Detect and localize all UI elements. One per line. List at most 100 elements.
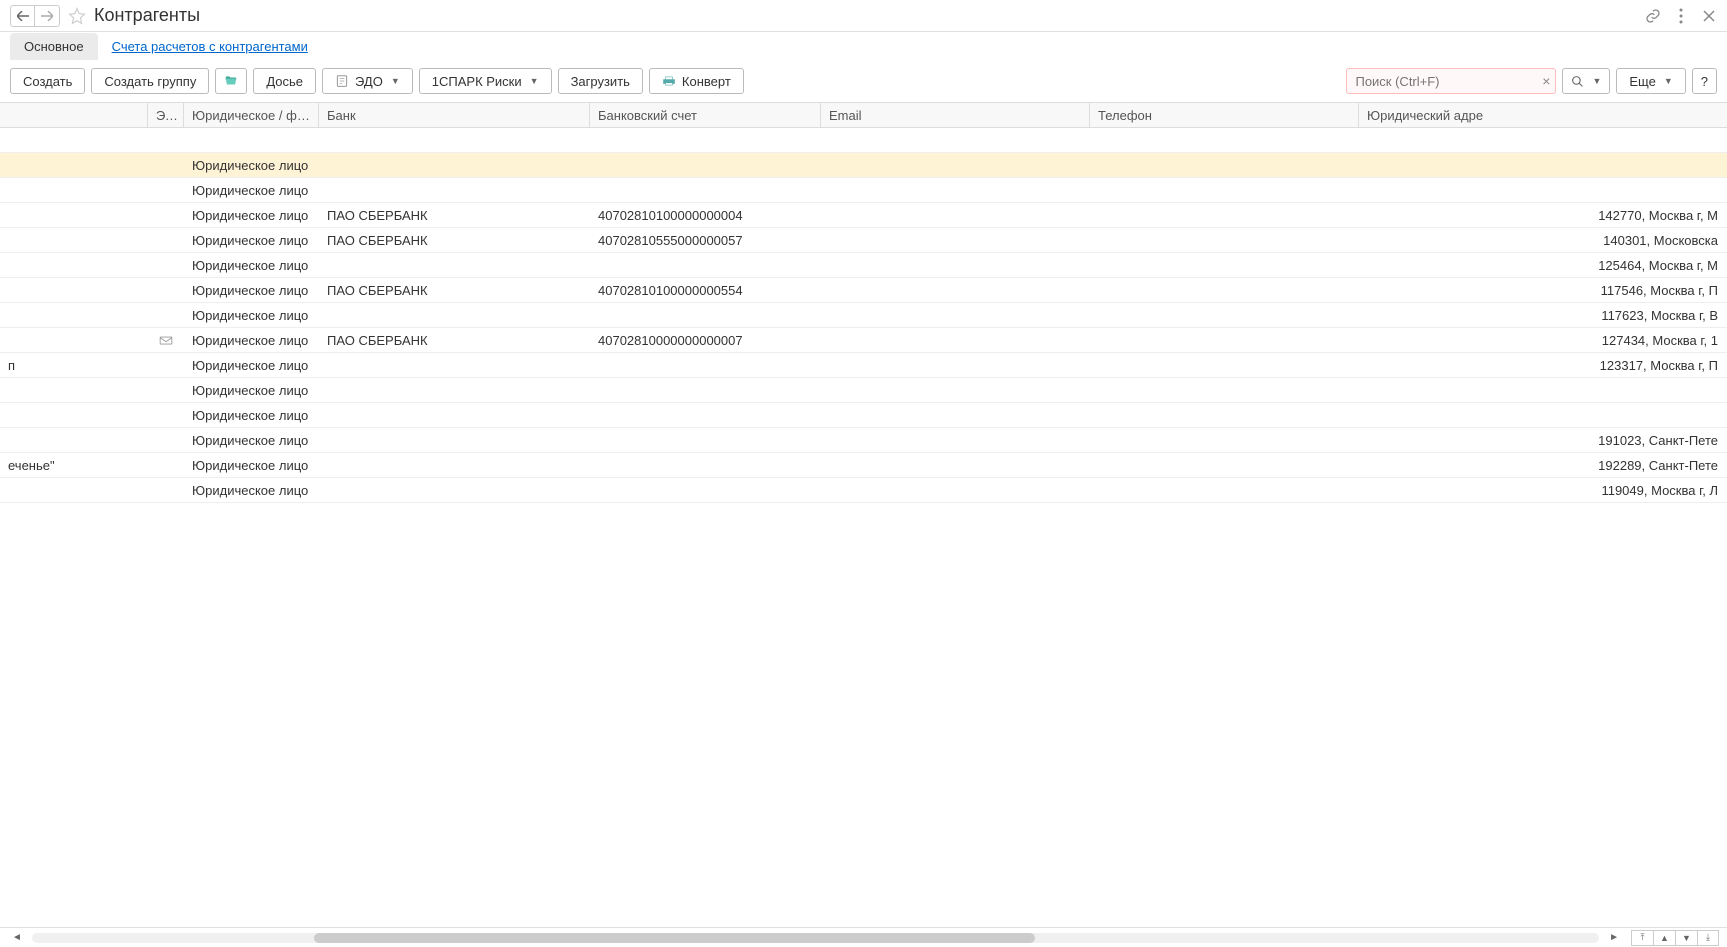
cell-phone (1090, 136, 1359, 144)
scroll-right-arrow[interactable]: ► (1605, 932, 1623, 943)
cell-account (590, 136, 821, 144)
edo-button[interactable]: ЭДО ▼ (322, 68, 413, 94)
search-button[interactable]: ▼ (1562, 68, 1610, 94)
forward-button[interactable] (35, 6, 59, 26)
table-row[interactable]: еченье"Юридическое лицо192289, Санкт-Пет… (0, 453, 1727, 478)
upload-button[interactable]: Загрузить (558, 68, 643, 94)
cell-addr: 125464, Москва г, М (1359, 254, 1727, 277)
table-row[interactable]: Юридическое лицоПАО СБЕРБАНК407028101000… (0, 278, 1727, 303)
cell-phone (1090, 436, 1359, 444)
cell-bank: ПАО СБЕРБАНК (319, 329, 590, 352)
table-row[interactable]: Юридическое лицо119049, Москва г, Л (0, 478, 1727, 503)
tab-accounts[interactable]: Счета расчетов с контрагентами (98, 33, 322, 60)
link-icon[interactable] (1645, 8, 1661, 24)
cell-email (821, 461, 1090, 469)
cell-account: 40702810555000000057 (590, 229, 821, 252)
spark-button[interactable]: 1СПАРК Риски ▼ (419, 68, 552, 94)
tab-main[interactable]: Основное (10, 33, 98, 60)
cell-email (821, 261, 1090, 269)
cell-bank (319, 411, 590, 419)
table-row[interactable]: Юридическое лицоПАО СБЕРБАНК407028105550… (0, 228, 1727, 253)
cell-email (821, 361, 1090, 369)
cell-name (0, 411, 148, 419)
create-button[interactable]: Создать (10, 68, 85, 94)
table-nav-buttons: ⤒ ▲ ▼ ⤓ (1631, 930, 1719, 946)
cell-addr: 127434, Москва г, 1 (1359, 329, 1727, 352)
cell-bank: ПАО СБЕРБАНК (319, 229, 590, 252)
cell-addr: 117546, Москва г, П (1359, 279, 1727, 302)
cell-phone (1090, 161, 1359, 169)
table-row[interactable]: Юридическое лицо117623, Москва г, В (0, 303, 1727, 328)
table-row[interactable]: Юридическое лицо (0, 378, 1727, 403)
table-row[interactable]: Юридическое лицоПАО СБЕРБАНК407028100000… (0, 328, 1727, 353)
more-button[interactable]: Еще ▼ (1616, 68, 1685, 94)
cell-email (821, 286, 1090, 294)
spark-label: 1СПАРК Риски (432, 74, 522, 89)
cell-bank (319, 436, 590, 444)
cell-phone (1090, 311, 1359, 319)
back-button[interactable] (11, 6, 35, 26)
cell-account: 40702810000000000007 (590, 329, 821, 352)
goto-last-button[interactable]: ⤓ (1697, 930, 1719, 946)
table-row[interactable]: Юридическое лицоПАО СБЕРБАНК407028101000… (0, 203, 1727, 228)
cell-email (821, 486, 1090, 494)
envelope-label: Конверт (682, 74, 731, 89)
cell-legal: Юридическое лицо (184, 354, 319, 377)
cell-email (821, 436, 1090, 444)
scroll-left-arrow[interactable]: ◄ (8, 932, 26, 943)
goto-down-button[interactable]: ▼ (1675, 930, 1697, 946)
col-header-addr[interactable]: Юридический адре (1359, 103, 1727, 127)
cell-legal: Юридическое лицо (184, 279, 319, 302)
close-icon[interactable] (1701, 8, 1717, 24)
hscroll-track[interactable] (32, 933, 1599, 943)
create-group-button[interactable]: Создать группу (91, 68, 209, 94)
cell-legal: Юридическое лицо (184, 204, 319, 227)
cell-name (0, 136, 148, 144)
table-row[interactable] (0, 128, 1727, 153)
clear-icon[interactable]: × (1542, 73, 1550, 89)
envelope-button[interactable]: Конверт (649, 68, 744, 94)
cell-email (821, 236, 1090, 244)
col-header-legal[interactable]: Юридическое / физич... (184, 103, 319, 127)
cell-legal (184, 136, 319, 144)
cell-name (0, 186, 148, 194)
favorite-icon[interactable] (68, 7, 86, 25)
search-input[interactable] (1346, 68, 1556, 94)
table-row[interactable]: Юридическое лицо (0, 153, 1727, 178)
cell-bank (319, 186, 590, 194)
cell-addr: 191023, Санкт-Пете (1359, 429, 1727, 452)
cell-account (590, 311, 821, 319)
col-header-edo[interactable]: ЭДО (148, 103, 184, 127)
table-header: ЭДО Юридическое / физич... Банк Банковск… (0, 102, 1727, 128)
goto-up-button[interactable]: ▲ (1653, 930, 1675, 946)
cell-bank (319, 261, 590, 269)
cell-name: еченье" (0, 454, 148, 477)
col-header-account[interactable]: Банковский счет (590, 103, 821, 127)
table-row[interactable]: Юридическое лицо125464, Москва г, М (0, 253, 1727, 278)
cell-bank (319, 361, 590, 369)
cell-edo (148, 136, 184, 144)
col-header-phone[interactable]: Телефон (1090, 103, 1359, 127)
col-header-email[interactable]: Email (821, 103, 1090, 127)
table-row[interactable]: Юридическое лицо (0, 403, 1727, 428)
cell-email (821, 161, 1090, 169)
cell-edo (148, 236, 184, 244)
cell-phone (1090, 211, 1359, 219)
table-row[interactable]: Юридическое лицо 191023, Санкт-Пете (0, 428, 1727, 453)
goto-first-button[interactable]: ⤒ (1631, 930, 1653, 946)
cell-email (821, 186, 1090, 194)
col-header-bank[interactable]: Банк (319, 103, 590, 127)
table-row[interactable]: пЮридическое лицо123317, Москва г, П (0, 353, 1727, 378)
more-vertical-icon[interactable] (1673, 8, 1689, 24)
hscroll-thumb[interactable] (314, 933, 1035, 943)
dossier-button[interactable]: Досье (253, 68, 316, 94)
col-header-type[interactable] (0, 103, 148, 127)
cell-phone (1090, 186, 1359, 194)
cell-bank (319, 486, 590, 494)
folder-button[interactable] (215, 68, 247, 94)
cell-legal: Юридическое лицо (184, 429, 319, 452)
table-row[interactable]: Юридическое лицо (0, 178, 1727, 203)
help-button[interactable]: ? (1692, 68, 1717, 94)
cell-edo (148, 261, 184, 269)
cell-legal: Юридическое лицо (184, 329, 319, 352)
